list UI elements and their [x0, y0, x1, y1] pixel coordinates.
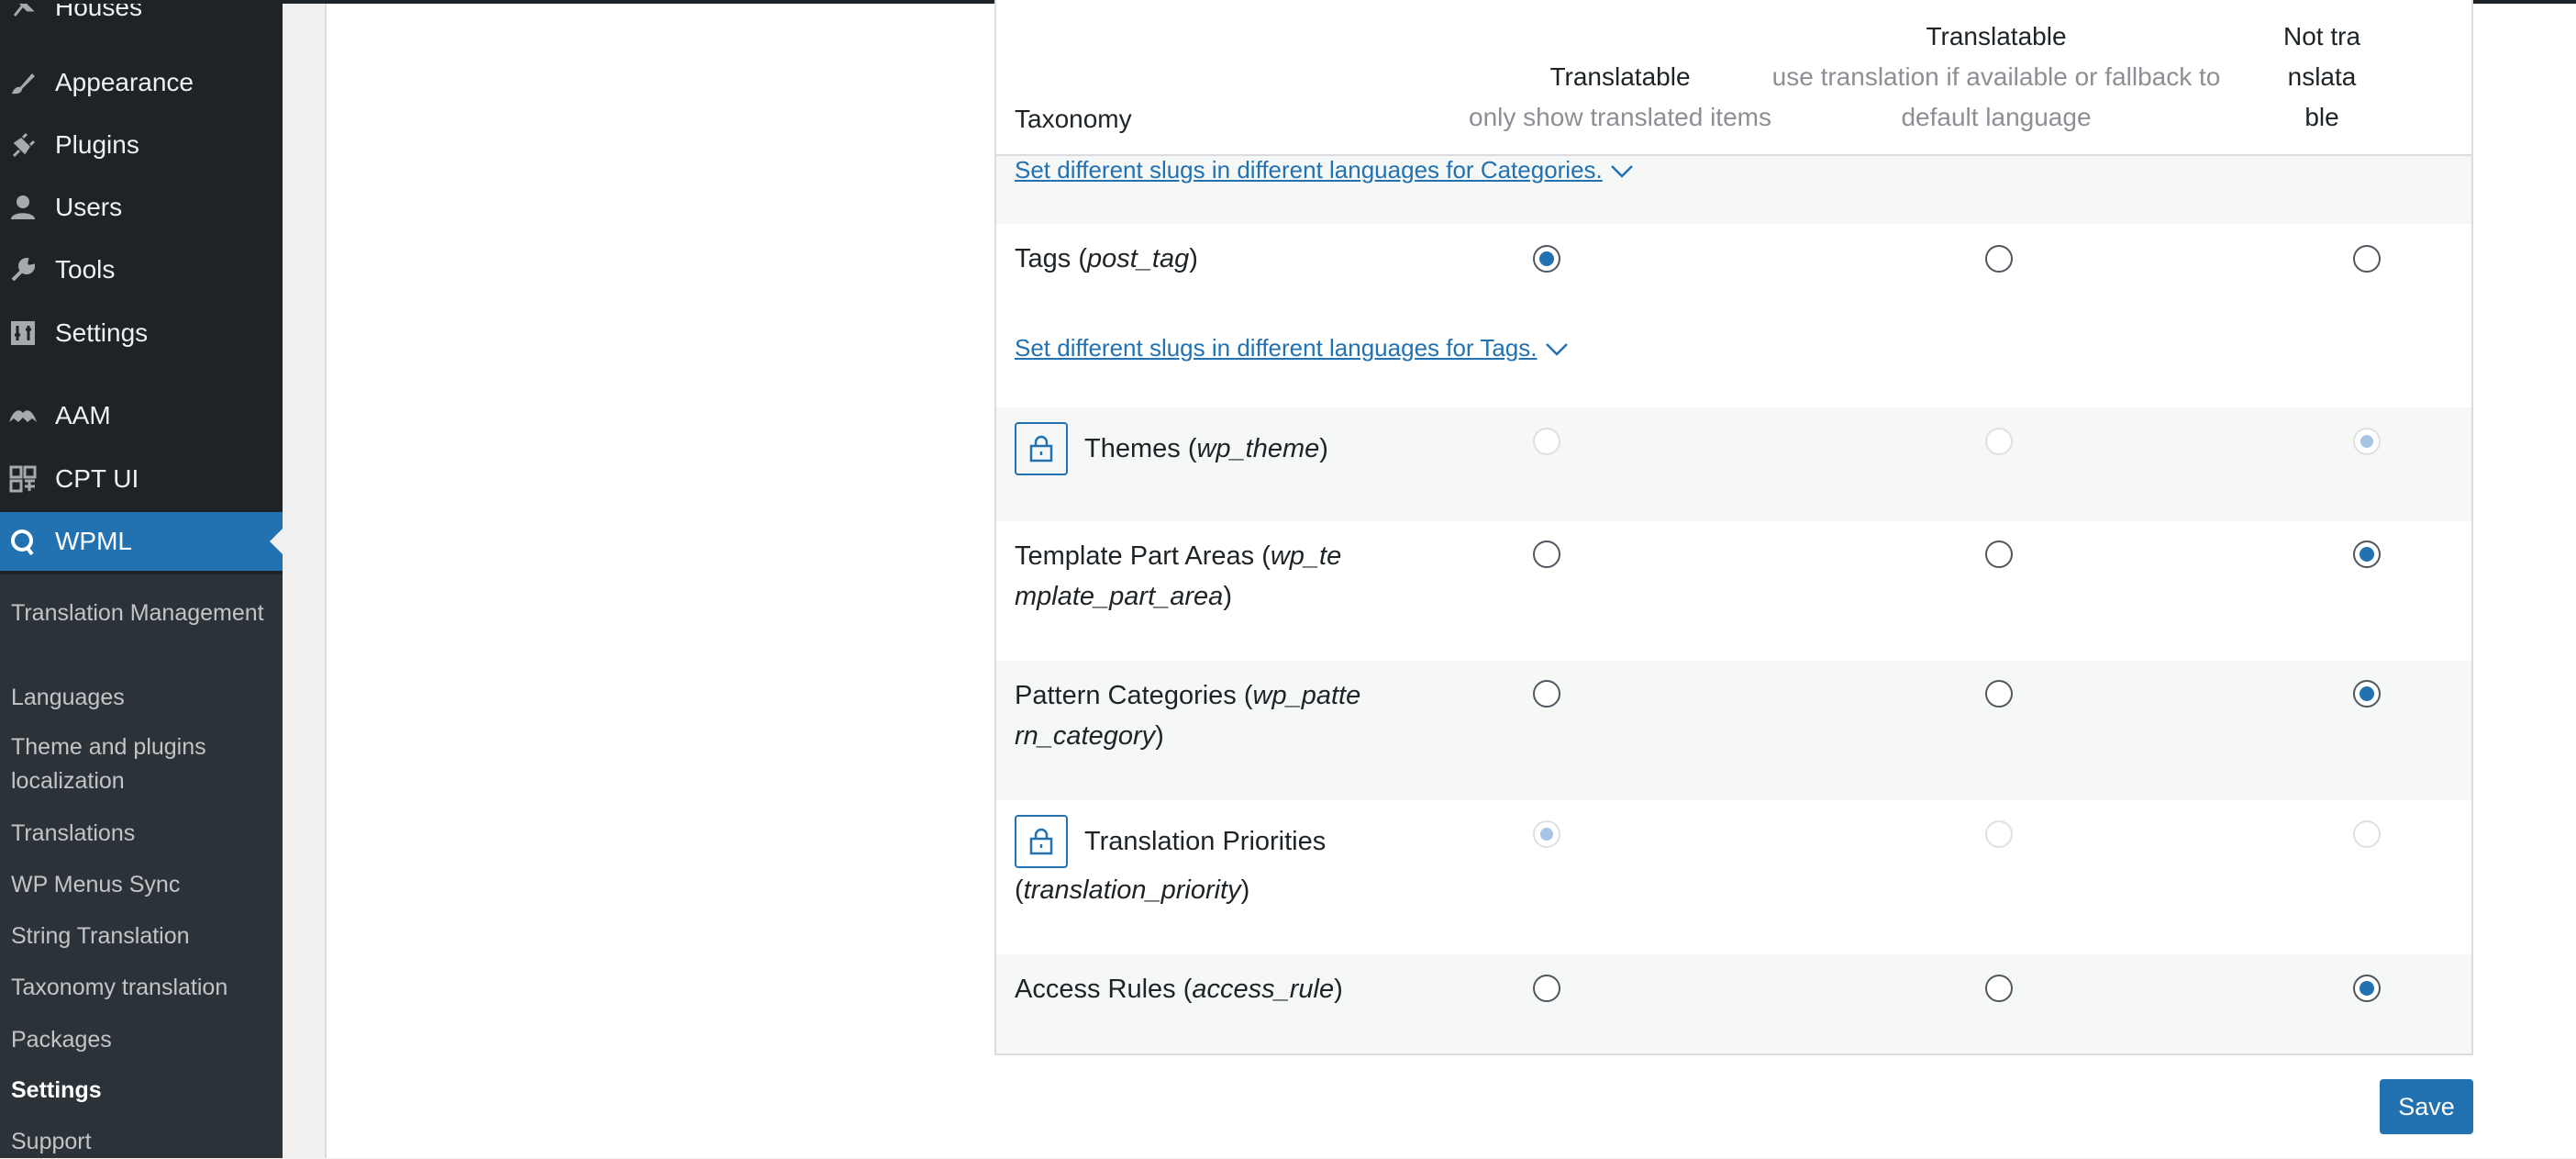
menu-item-wpml[interactable]: WPML — [0, 512, 283, 571]
lock-button[interactable] — [1015, 815, 1068, 868]
submenu-item-translations[interactable]: Translations — [11, 817, 277, 851]
paintbrush-icon — [7, 67, 39, 98]
taxonomy-row-access-rules: Access Rules (access_rule) — [996, 954, 2471, 1053]
radio-translatable-fallback[interactable] — [1985, 975, 2013, 1002]
radio-not-translatable — [2353, 428, 2381, 455]
radio-translatable-only[interactable] — [1533, 245, 1560, 273]
menu-item-settings[interactable]: Settings — [0, 304, 283, 362]
chevron-down-icon — [1610, 165, 1633, 178]
taxonomy-label: Pattern Categories (wp_pattern_category) — [1015, 681, 1361, 751]
menu-label: Tools — [55, 255, 116, 284]
plugin-icon — [7, 129, 39, 161]
taxonomy-label: Themes (wp_theme) — [1084, 434, 1328, 463]
chevron-down-icon — [1545, 343, 1568, 356]
active-menu-arrow — [270, 529, 283, 554]
column-header-translatable-fallback: Translatable use translation if availabl… — [1749, 17, 2244, 138]
link-text: Set different slugs in different languag… — [1015, 334, 1538, 362]
lock-icon — [1029, 828, 1053, 855]
radio-not-translatable[interactable] — [2353, 680, 2381, 708]
radio-translatable-only — [1533, 820, 1560, 848]
lock-button[interactable] — [1015, 422, 1068, 475]
submenu-item-wp-menus-sync[interactable]: WP Menus Sync — [11, 868, 277, 902]
submenu-item-taxonomy-translation[interactable]: Taxonomy translation — [11, 971, 277, 1005]
wrench-icon — [7, 254, 39, 285]
menu-item-tools[interactable]: Tools — [0, 240, 283, 299]
cpt-ui-icon — [7, 463, 39, 495]
wpml-icon — [7, 526, 39, 557]
menu-item-appearance[interactable]: Appearance — [0, 53, 283, 112]
submenu-item-string-translation[interactable]: String Translation — [11, 919, 277, 953]
radio-translatable-only[interactable] — [1533, 540, 1560, 568]
radio-translatable-only — [1533, 428, 1560, 455]
taxonomy-row-template-part-areas: Template Part Areas (wp_template_part_ar… — [996, 521, 2471, 661]
menu-item-cpt-ui[interactable]: CPT UI — [0, 450, 283, 508]
column-subtitle: use translation if available or fallback… — [1771, 62, 2221, 131]
menu-label: WPML — [55, 527, 132, 555]
lock-icon — [1029, 435, 1053, 462]
menu-label: CPT UI — [55, 464, 139, 493]
submenu-item-theme-plugins-localization[interactable]: Theme and plugins localization — [11, 730, 277, 798]
admin-sidebar: Houses Appearance Plugins Users Tools Se… — [0, 0, 283, 1158]
categories-slug-row: Set different slugs in different languag… — [996, 156, 2471, 224]
taxonomy-row-themes: Themes (wp_theme) — [996, 407, 2471, 521]
menu-label: AAM — [55, 401, 111, 429]
menu-item-users[interactable]: Users — [0, 178, 283, 237]
taxonomy-label: Template Part Areas (wp_template_part_ar… — [1015, 541, 1342, 611]
link-text: Set different slugs in different languag… — [1015, 156, 1603, 184]
menu-label: Plugins — [55, 130, 139, 159]
submenu-item-translation-management[interactable]: Translation Management — [11, 596, 277, 630]
column-title: Translatable — [1926, 22, 2067, 50]
radio-translatable-fallback — [1985, 428, 2013, 455]
tags-slug-link[interactable]: Set different slugs in different languag… — [1015, 334, 1569, 362]
radio-translatable-only[interactable] — [1533, 680, 1560, 708]
taxonomy-row-pattern-categories: Pattern Categories (wp_pattern_category) — [996, 661, 2471, 800]
menu-label: Settings — [55, 318, 149, 347]
menu-label: Users — [55, 193, 123, 221]
submenu-item-support[interactable]: Support — [11, 1125, 277, 1159]
taxonomy-label: Translation Priorities — [1084, 827, 1327, 856]
radio-not-translatable[interactable] — [2353, 975, 2381, 1002]
taxonomy-label: Tags (post_tag) — [1015, 244, 1198, 273]
menu-item-aam[interactable]: AAM — [0, 386, 283, 445]
submenu-item-settings[interactable]: Settings — [11, 1074, 277, 1108]
aam-icon — [7, 400, 39, 431]
submenu-item-packages[interactable]: Packages — [11, 1023, 277, 1057]
column-header-taxonomy: Taxonomy — [1015, 105, 1132, 133]
taxonomy-row-tags: Tags (post_tag) Set different slugs in d… — [996, 224, 2471, 407]
radio-not-translatable[interactable] — [2353, 540, 2381, 568]
menu-label: Appearance — [55, 68, 194, 96]
taxonomy-slug: (translation_priority) — [1015, 875, 1250, 905]
radio-translatable-fallback — [1985, 820, 2013, 848]
radio-not-translatable[interactable] — [2353, 245, 2381, 273]
categories-slug-link[interactable]: Set different slugs in different languag… — [1015, 156, 1634, 184]
radio-translatable-fallback[interactable] — [1985, 245, 2013, 273]
column-header-not-translatable: Not translatable — [2282, 22, 2361, 131]
taxonomy-label: Access Rules (access_rule) — [1015, 975, 1343, 1004]
settings-icon — [7, 318, 39, 349]
radio-translatable-fallback[interactable] — [1985, 680, 2013, 708]
radio-translatable-fallback[interactable] — [1985, 540, 2013, 568]
radio-translatable-only[interactable] — [1533, 975, 1560, 1002]
taxonomy-settings-table: Taxonomy Translatable only show translat… — [994, 0, 2473, 1055]
submenu-item-languages[interactable]: Languages — [11, 681, 277, 715]
menu-item-houses[interactable]: Houses — [0, 0, 283, 37]
wpml-submenu: Translation Management Languages Theme a… — [0, 574, 283, 1158]
save-button[interactable]: Save — [2380, 1079, 2473, 1134]
radio-not-translatable — [2353, 820, 2381, 848]
menu-item-plugins[interactable]: Plugins — [0, 116, 283, 174]
users-icon — [7, 192, 39, 223]
taxonomy-row-translation-priorities: Translation Priorities (translation_prio… — [996, 800, 2471, 954]
